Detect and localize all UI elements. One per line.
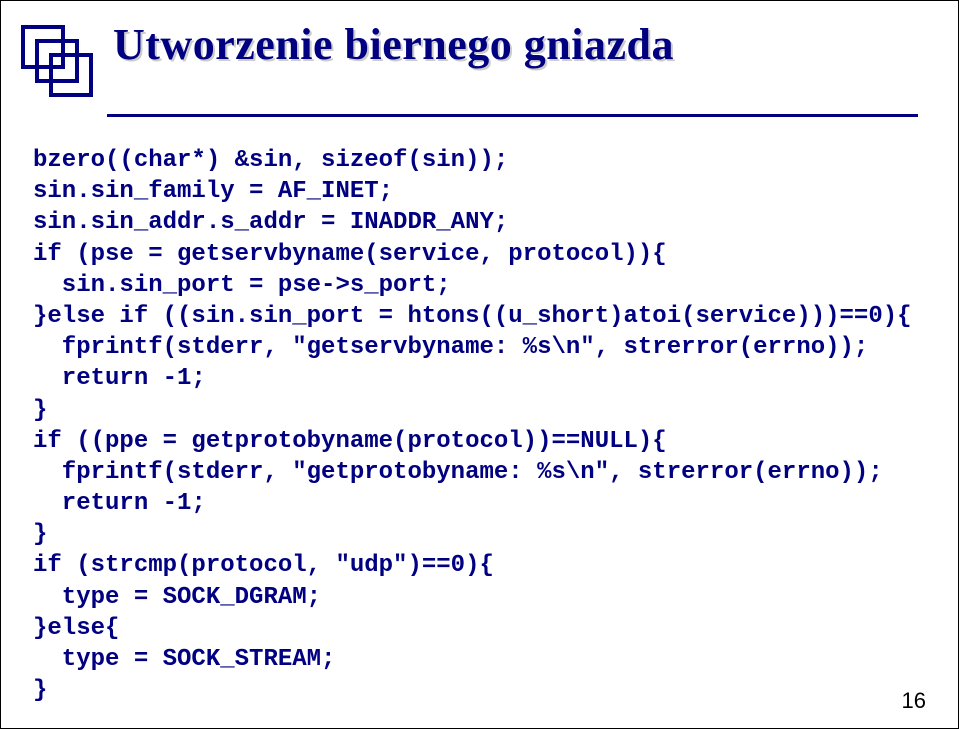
slide-title: Utworzenie biernego gniazda	[113, 19, 674, 70]
logo-icon	[21, 25, 95, 104]
header: Utworzenie biernego gniazda	[1, 1, 958, 104]
slide: Utworzenie biernego gniazda bzero((char*…	[0, 0, 959, 729]
code-block: bzero((char*) &sin, sizeof(sin)); sin.si…	[33, 145, 958, 706]
title-underline	[107, 114, 918, 117]
page-number: 16	[902, 688, 926, 714]
